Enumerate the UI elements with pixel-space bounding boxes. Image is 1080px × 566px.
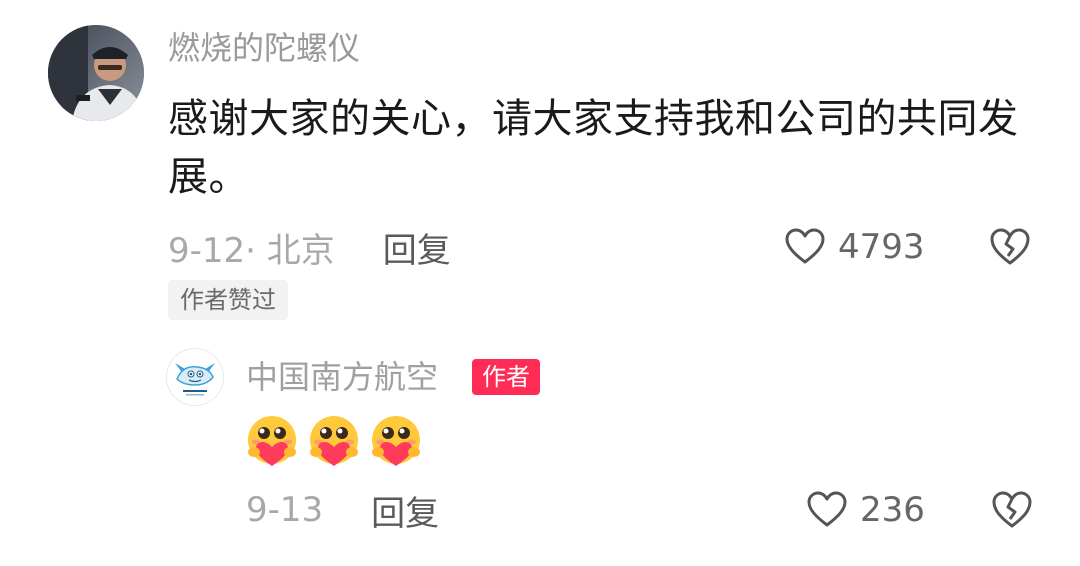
reply-avatar[interactable] [166,348,224,406]
reply-reply-button[interactable]: 回复 [371,486,439,535]
heart-icon [807,491,847,527]
reply-dislike-icon[interactable] [990,488,1034,532]
comment-date-location: 9-12· 北京 [168,230,335,271]
hug-heart-emoji-icon [372,416,420,466]
avatar[interactable] [48,25,144,121]
airline-logo-icon [167,349,223,405]
reply-meta: 9-13 回复 [246,486,439,535]
hug-heart-emoji-icon [310,416,358,466]
author-badge: 作者 [472,359,540,395]
hug-heart-emoji-icon [248,416,296,466]
dislike-icon[interactable] [988,225,1032,269]
reply-like-count: 236 [860,490,925,530]
reply-like-button[interactable]: 236 [806,488,925,532]
reply-button[interactable]: 回复 [383,223,451,272]
comment-text: 感谢大家的关心，请大家支持我和公司的共同发展。 [168,96,1019,200]
reply-text [244,414,424,470]
reply-date: 9-13 [246,490,324,530]
author-liked-tag: 作者赞过 [168,280,288,320]
user-photo-icon [48,25,144,121]
comment-meta: 9-12· 北京 回复 [168,223,451,272]
heart-icon [785,228,825,264]
like-button[interactable]: 4793 [784,225,925,269]
comment-username[interactable]: 燃烧的陀螺仪 [168,28,360,68]
like-count: 4793 [838,227,925,267]
reply-username[interactable]: 中国南方航空 [246,357,438,397]
